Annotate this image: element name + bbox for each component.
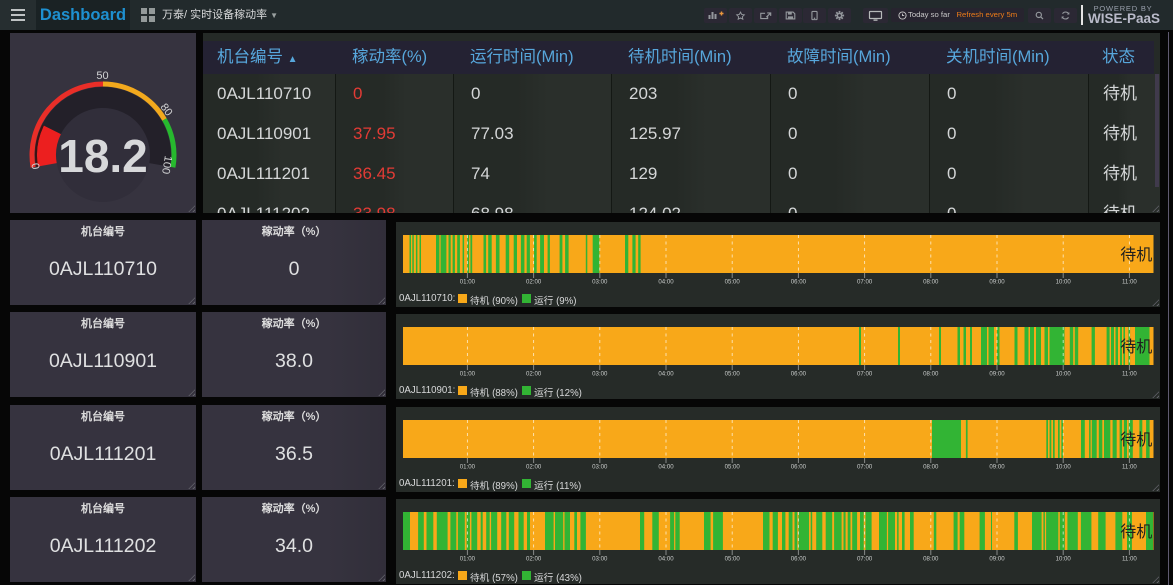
svg-text:02:00: 02:00 [526, 279, 542, 286]
svg-text:11:00: 11:00 [1122, 371, 1137, 378]
svg-text:08:00: 08:00 [923, 371, 939, 378]
svg-text:04:00: 04:00 [658, 556, 674, 563]
svg-text:待机: 待机 [1120, 431, 1152, 449]
svg-text:07:00: 07:00 [857, 556, 873, 563]
svg-text:11:00: 11:00 [1122, 279, 1137, 286]
svg-text:10:00: 10:00 [1056, 371, 1072, 378]
svg-text:02:00: 02:00 [526, 371, 542, 378]
svg-text:待机: 待机 [1120, 246, 1152, 264]
svg-text:11:00: 11:00 [1122, 464, 1137, 471]
svg-text:01:00: 01:00 [460, 371, 476, 378]
svg-text:08:00: 08:00 [923, 279, 939, 286]
svg-text:07:00: 07:00 [857, 464, 873, 471]
svg-text:06:00: 06:00 [791, 464, 807, 471]
svg-text:09:00: 09:00 [989, 279, 1005, 286]
svg-text:05:00: 05:00 [725, 464, 741, 471]
svg-text:03:00: 03:00 [592, 464, 608, 471]
svg-text:04:00: 04:00 [658, 371, 674, 378]
svg-text:11:00: 11:00 [1122, 556, 1137, 563]
svg-text:01:00: 01:00 [460, 279, 476, 286]
svg-text:05:00: 05:00 [725, 556, 741, 563]
svg-text:07:00: 07:00 [857, 371, 873, 378]
svg-text:07:00: 07:00 [857, 279, 873, 286]
svg-text:02:00: 02:00 [526, 556, 542, 563]
svg-text:05:00: 05:00 [725, 279, 741, 286]
svg-text:02:00: 02:00 [526, 464, 542, 471]
svg-text:04:00: 04:00 [658, 279, 674, 286]
svg-text:待机: 待机 [1120, 523, 1152, 541]
svg-text:09:00: 09:00 [989, 371, 1005, 378]
svg-text:03:00: 03:00 [592, 371, 608, 378]
svg-text:06:00: 06:00 [791, 371, 807, 378]
svg-text:08:00: 08:00 [923, 464, 939, 471]
svg-text:01:00: 01:00 [460, 556, 476, 563]
svg-text:01:00: 01:00 [460, 464, 476, 471]
svg-text:04:00: 04:00 [658, 464, 674, 471]
svg-text:05:00: 05:00 [725, 371, 741, 378]
svg-text:06:00: 06:00 [791, 279, 807, 286]
svg-text:03:00: 03:00 [592, 279, 608, 286]
svg-text:10:00: 10:00 [1056, 279, 1072, 286]
svg-text:50: 50 [96, 70, 108, 82]
svg-text:待机: 待机 [1120, 338, 1152, 356]
svg-text:08:00: 08:00 [923, 556, 939, 563]
svg-text:06:00: 06:00 [791, 556, 807, 563]
svg-text:10:00: 10:00 [1056, 556, 1072, 563]
svg-text:03:00: 03:00 [592, 556, 608, 563]
svg-text:09:00: 09:00 [989, 464, 1005, 471]
svg-text:09:00: 09:00 [989, 556, 1005, 563]
svg-text:10:00: 10:00 [1056, 464, 1072, 471]
